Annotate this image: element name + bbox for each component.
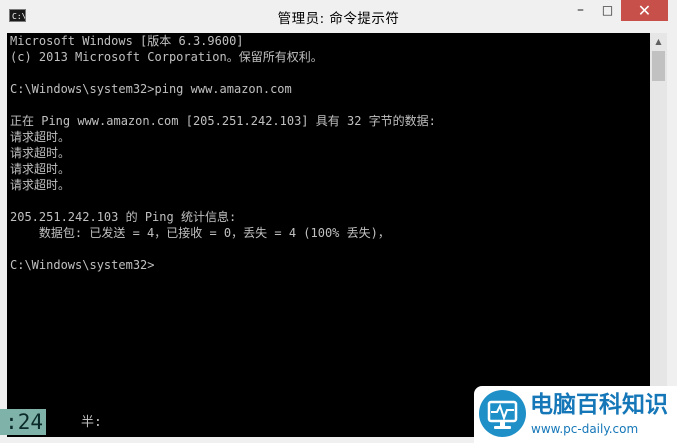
console-line: 请求超时。 <box>10 178 71 192</box>
console-line: 请求超时。 <box>10 130 71 144</box>
console-line: 正在 Ping www.amazon.com [205.251.242.103]… <box>10 114 436 128</box>
vertical-scrollbar[interactable]: ▲ ▼ <box>650 33 667 404</box>
console-line: (c) 2013 Microsoft Corporation。保留所有权利。 <box>10 50 323 64</box>
close-button[interactable]: ✕ <box>621 0 668 21</box>
command-prompt-window: C:\ 管理员: 命令提示符 – □ ✕ Microsoft Windows [… <box>0 0 677 443</box>
monitor-pulse-icon <box>479 390 526 437</box>
maximize-button[interactable]: □ <box>594 0 621 21</box>
console-line: C:\Windows\system32>ping www.amazon.com <box>10 82 292 96</box>
scroll-up-arrow-icon[interactable]: ▲ <box>650 33 667 50</box>
ime-mode-indicator: 半: <box>81 415 102 430</box>
logo-graphic <box>487 400 518 429</box>
title-bar[interactable]: C:\ 管理员: 命令提示符 – □ ✕ <box>0 0 677 33</box>
clock-fragment: :24 <box>0 409 46 435</box>
watermark: 电脑百科知识 www.pc-daily.com <box>474 386 677 443</box>
console-line: 请求超时。 <box>10 146 71 160</box>
watermark-url: www.pc-daily.com <box>531 422 639 436</box>
console-line: Microsoft Windows [版本 6.3.9600] <box>10 34 244 48</box>
console-line: 205.251.242.103 的 Ping 统计信息: <box>10 210 237 224</box>
console-prompt-line[interactable]: C:\Windows\system32> <box>10 257 155 273</box>
minimize-button[interactable]: – <box>567 0 594 21</box>
console-output[interactable]: Microsoft Windows [版本 6.3.9600] (c) 2013… <box>7 33 650 437</box>
scroll-thumb[interactable] <box>652 51 665 81</box>
console-line: 数据包: 已发送 = 4，已接收 = 0，丢失 = 4 (100% 丢失)， <box>10 226 390 240</box>
watermark-name: 电脑百科知识 <box>530 392 668 418</box>
console-line: 请求超时。 <box>10 162 71 176</box>
